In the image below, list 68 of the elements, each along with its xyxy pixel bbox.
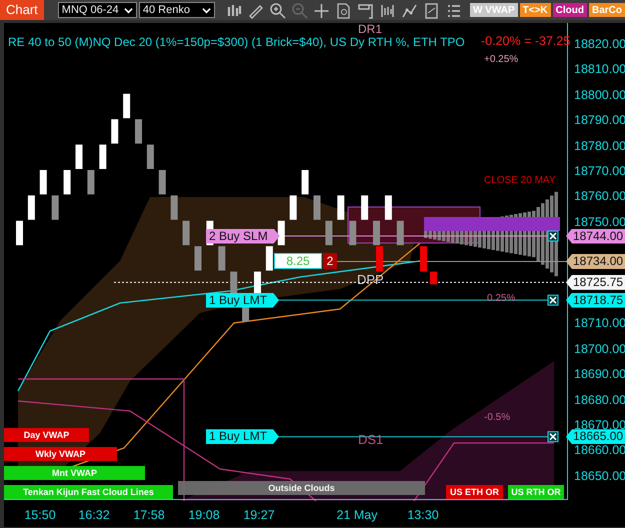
level-label: CLOSE 20 MAY	[484, 174, 556, 188]
renko-brick	[76, 144, 82, 169]
indicator-label: Day VWAP	[4, 428, 89, 442]
level-label: +0.25%	[484, 53, 518, 67]
time-tick-label: 13:30	[407, 508, 439, 522]
price-marker: 18725.75	[566, 274, 625, 290]
renko-brick	[135, 119, 142, 144]
level-label: DR1	[358, 23, 382, 35]
indicator-toggle-button[interactable]: Cloud	[552, 3, 587, 17]
time-tick-label: 19:27	[243, 508, 275, 522]
renko-brick	[194, 246, 202, 271]
time-tick-label: 21 May	[336, 508, 378, 522]
order-tag[interactable]: 2 Buy SLM	[206, 228, 280, 244]
renko-brick	[123, 94, 130, 118]
renko-brick	[314, 195, 320, 220]
renko-brick	[111, 119, 118, 144]
close-icon[interactable]	[548, 431, 558, 442]
indicator-label: Wkly VWAP	[4, 447, 117, 461]
chart-title: RE 40 to 50 (M)NQ Dec 20 (1%=150p=$300) (1 Brick=$40), US Dy RTH %, ETH TPO	[8, 35, 465, 49]
renko-brick	[99, 144, 106, 169]
close-icon[interactable]	[548, 230, 558, 242]
price-marker: 18718.75	[566, 292, 625, 308]
renko-brick	[40, 170, 47, 194]
panel-icon[interactable]	[356, 2, 374, 18]
renko-brick	[182, 220, 190, 246]
renko-brick	[337, 195, 344, 220]
chart-menu-button[interactable]: Chart	[0, 0, 44, 20]
order-tag[interactable]: 1 Buy LMT	[206, 429, 280, 444]
template-icon[interactable]	[422, 2, 440, 18]
renko-brick	[16, 220, 23, 246]
renko-brick	[87, 170, 94, 194]
document-search-icon[interactable]	[334, 2, 352, 18]
zoom-in-icon[interactable]	[268, 2, 286, 18]
renko-brick	[349, 220, 356, 246]
time-tick-label: 19:08	[188, 508, 220, 522]
bar-type-dropdown[interactable]: 40 Renko	[138, 2, 215, 18]
close-icon[interactable]	[548, 294, 558, 306]
indicator-label: US RTH OR	[508, 485, 564, 499]
order-tag[interactable]: 1 Buy LMT	[206, 292, 280, 308]
price-marker: 18744.00	[566, 228, 625, 244]
price-marker: 18734.00	[566, 254, 625, 269]
chevron-icon	[124, 6, 133, 14]
indicator-label: Mnt VWAP	[4, 466, 145, 480]
indicator-label: Outside Clouds	[178, 481, 425, 495]
level-label: -0.5%	[484, 411, 510, 425]
time-tick-label: 17:58	[133, 508, 165, 522]
time-tick-label: 15:50	[24, 508, 56, 522]
crosshair-icon[interactable]	[312, 2, 330, 18]
renko-brick	[28, 195, 35, 220]
time-tick-label: 16:32	[78, 508, 110, 522]
renko-brick	[290, 195, 297, 220]
renko-brick	[52, 195, 59, 220]
indicator-label: Tenkan Kijun Fast Cloud Lines	[4, 485, 173, 499]
renko-brick	[170, 195, 178, 220]
chevron-icon	[202, 6, 211, 14]
price-marker: 18665.00	[566, 429, 625, 444]
instrument-dropdown[interactable]: MNQ 06-24	[58, 2, 137, 18]
renko-brick	[302, 170, 309, 194]
renko-brick	[384, 195, 392, 220]
renko-brick	[430, 272, 437, 284]
position-pnl: 8.25	[274, 253, 322, 269]
renko-brick	[158, 170, 166, 194]
renko-brick	[361, 195, 368, 220]
renko-brick	[64, 170, 71, 194]
renko-brick	[146, 144, 154, 169]
position-quantity: 2	[323, 253, 337, 269]
indicator-label: US ETH OR	[446, 485, 503, 499]
renko-brick	[420, 246, 427, 272]
